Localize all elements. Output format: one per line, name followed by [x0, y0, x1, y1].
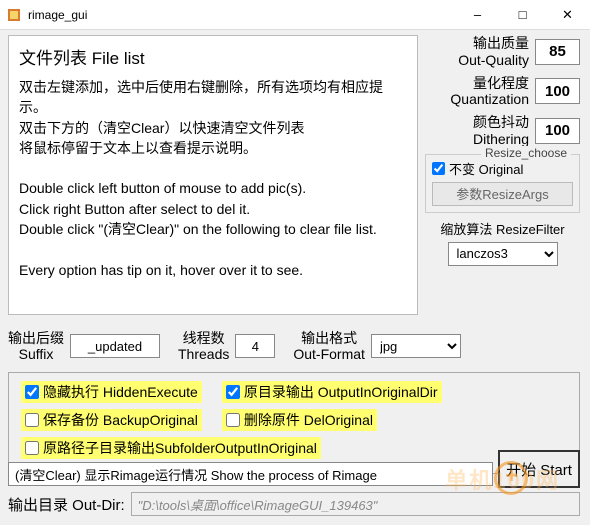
- minimize-button[interactable]: –: [455, 0, 500, 30]
- hidden-execute-checkbox[interactable]: 隐藏执行 HiddenExecute: [21, 381, 202, 403]
- resize-group: Resize_choose 不变 Original 参数ResizeArgs: [425, 154, 580, 213]
- out-format-select[interactable]: jpg: [371, 334, 461, 358]
- suffix-input[interactable]: [70, 334, 160, 358]
- quality-label: 输出质量Out-Quality: [425, 35, 529, 69]
- threads-input[interactable]: [235, 334, 275, 358]
- out-dir-input[interactable]: "D:\tools\桌面\office\RimageGUI_139463": [131, 492, 580, 516]
- suffix-label: 输出后缀Suffix: [8, 330, 64, 362]
- threads-label: 线程数Threads: [178, 330, 229, 362]
- resize-unchanged-check-input[interactable]: [432, 162, 445, 175]
- start-button[interactable]: 开始 Start: [498, 450, 580, 488]
- dithering-label: 颜色抖动Dithering: [425, 114, 529, 148]
- resize-unchanged-checkbox[interactable]: 不变 Original: [432, 159, 573, 178]
- resize-filter-select[interactable]: lanczos3: [448, 242, 558, 266]
- out-dir-label: 输出目录 Out-Dir:: [8, 494, 125, 515]
- quantization-input[interactable]: 100: [535, 78, 580, 104]
- mid-options-row: 输出后缀Suffix 线程数Threads 输出格式Out-Format jpg: [8, 322, 580, 370]
- del-original-checkbox[interactable]: 删除原件 DelOriginal: [222, 409, 377, 431]
- right-panel: 输出质量Out-Quality 85 量化程度Quantization 100 …: [425, 35, 580, 266]
- maximize-button[interactable]: □: [500, 0, 545, 30]
- quality-input[interactable]: 85: [535, 39, 580, 65]
- file-list-box[interactable]: 文件列表 File list 双击左键添加，选中后使用右键删除，所有选项均有相应…: [8, 35, 418, 315]
- resize-unchanged-label: 不变 Original: [449, 159, 523, 178]
- titlebar: rimage_gui – □ ✕: [0, 0, 590, 30]
- file-list-title: 文件列表 File list: [19, 44, 407, 69]
- subfolder-output-checkbox[interactable]: 原路径子目录输出SubfolderOutputInOriginal: [21, 437, 321, 459]
- resize-args-button[interactable]: 参数ResizeArgs: [432, 182, 573, 206]
- resize-group-legend: Resize_choose: [481, 146, 571, 160]
- backup-original-checkbox[interactable]: 保存备份 BackupOriginal: [21, 409, 202, 431]
- close-button[interactable]: ✕: [545, 0, 590, 30]
- output-original-dir-checkbox[interactable]: 原目录输出 OutputInOriginalDir: [222, 381, 442, 403]
- dithering-input[interactable]: 100: [535, 118, 580, 144]
- resize-filter-label: 缩放算法 ResizeFilter: [425, 219, 580, 238]
- app-icon: [6, 7, 22, 23]
- out-dir-row: 输出目录 Out-Dir: "D:\tools\桌面\office\Rimage…: [8, 492, 580, 516]
- out-format-label: 输出格式Out-Format: [293, 330, 365, 362]
- window-title: rimage_gui: [28, 8, 455, 22]
- process-display[interactable]: (清空Clear) 显示Rimage运行情况 Show the process …: [8, 462, 493, 486]
- file-list-help-text: 双击左键添加，选中后使用右键删除，所有选项均有相应提示。 双击下方的（清空Cle…: [19, 77, 407, 280]
- quantization-label: 量化程度Quantization: [425, 75, 529, 109]
- checkbox-group: 隐藏执行 HiddenExecute 原目录输出 OutputInOrigina…: [8, 372, 580, 474]
